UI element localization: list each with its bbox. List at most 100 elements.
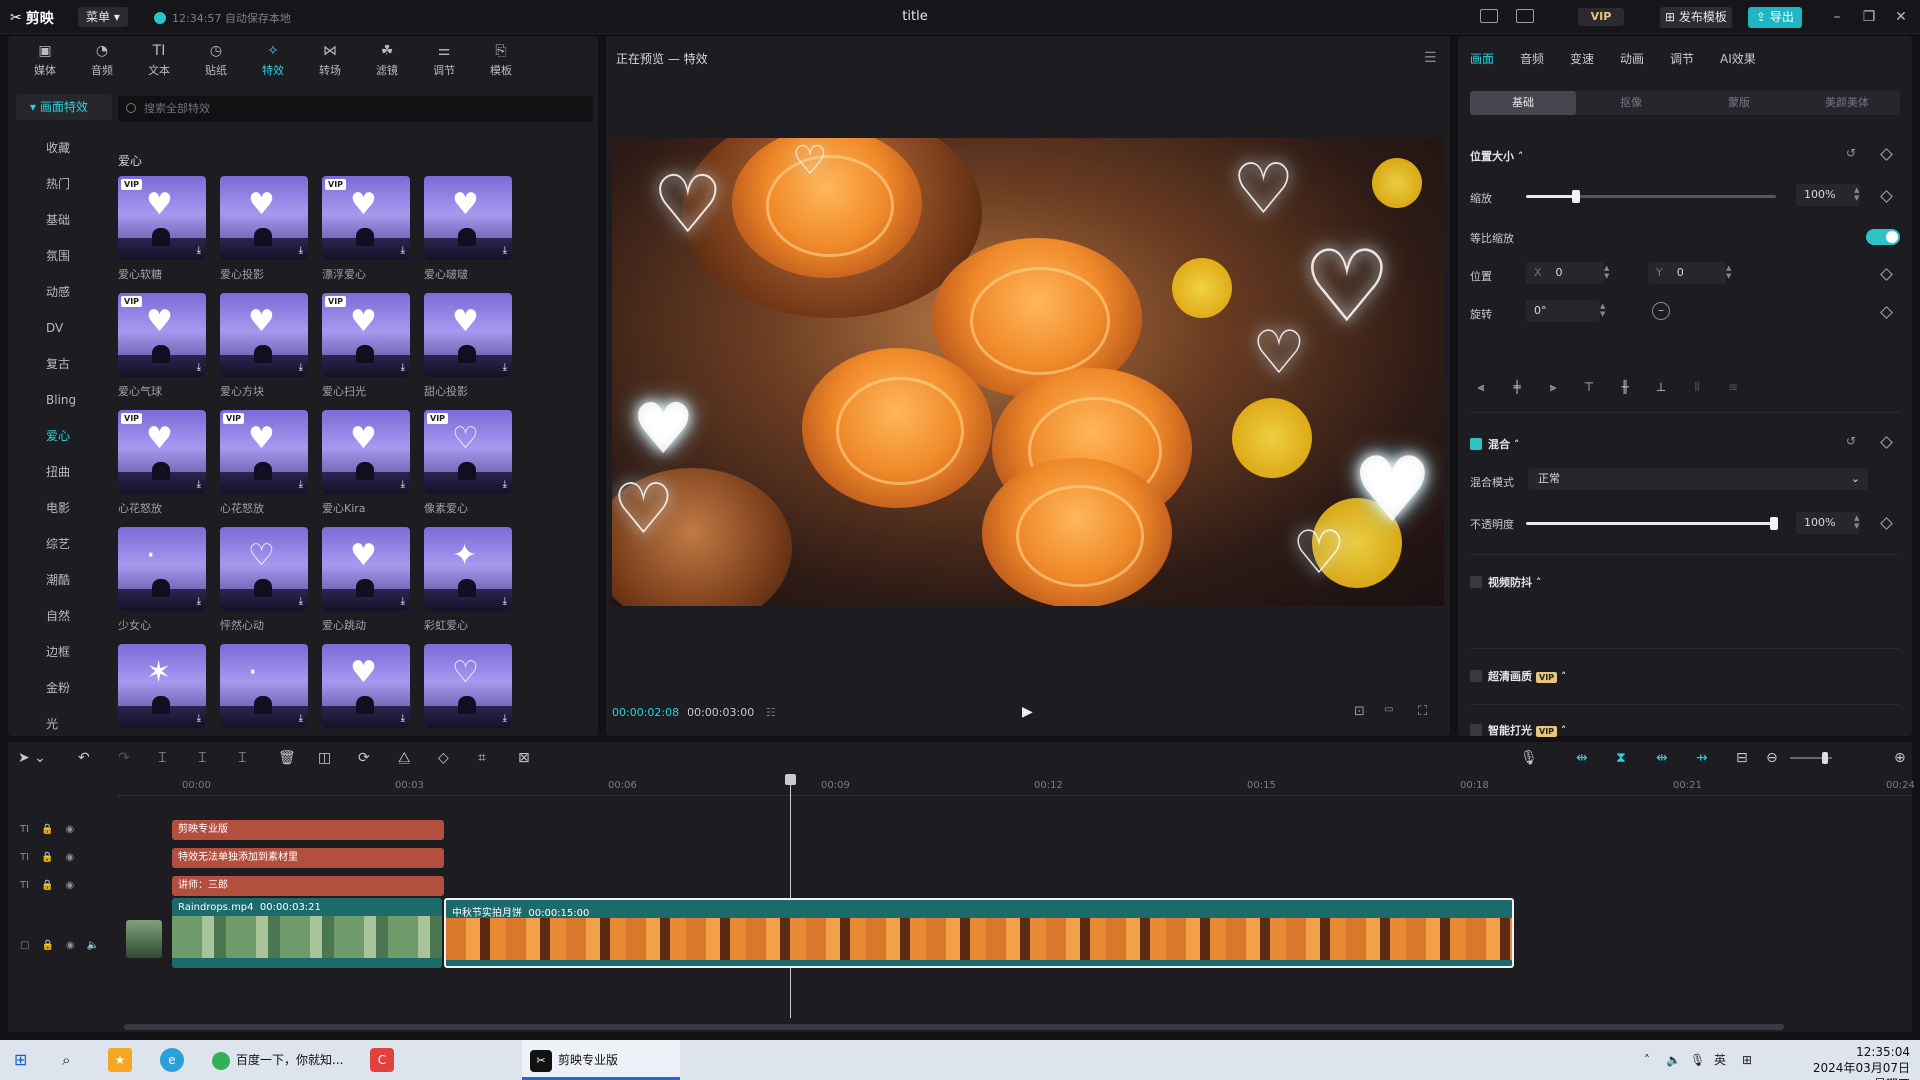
blend-checkbox[interactable] bbox=[1470, 438, 1482, 450]
download-icon[interactable]: ⤓ bbox=[503, 245, 507, 256]
tab-audio[interactable]: 音频 bbox=[1520, 50, 1544, 67]
distribute-v-icon[interactable]: ≡ bbox=[1722, 380, 1744, 398]
effect-thumbnail[interactable]: ♥ VIP ⤓ bbox=[118, 410, 206, 494]
effect-thumbnail[interactable]: · ⤓ bbox=[220, 644, 308, 728]
text-clip[interactable]: 特效无法单独添加到素材里 bbox=[172, 848, 444, 868]
stabilize-checkbox[interactable] bbox=[1470, 576, 1482, 588]
cover-icon[interactable]: ▢ bbox=[20, 940, 29, 951]
menu-icon[interactable]: ☰ bbox=[1424, 50, 1438, 66]
edge-icon[interactable]: e bbox=[160, 1048, 184, 1072]
layout-icon[interactable] bbox=[1516, 9, 1534, 23]
tab-speed[interactable]: 变速 bbox=[1570, 50, 1594, 67]
zoom-out-icon[interactable]: ⊖ bbox=[1766, 750, 1778, 766]
linkage-icon[interactable]: ⇹ bbox=[1656, 750, 1668, 766]
download-icon[interactable]: ⤓ bbox=[197, 245, 201, 256]
effect-thumbnail[interactable]: ♥ ⤓ bbox=[322, 644, 410, 728]
tab-adjust[interactable]: 调节 bbox=[1670, 50, 1694, 67]
scale-input[interactable]: 100% bbox=[1796, 184, 1860, 206]
download-icon[interactable]: ⤓ bbox=[299, 596, 303, 607]
scale-slider-knob[interactable] bbox=[1572, 190, 1580, 203]
video-clip-mooncake[interactable]: 中秋节实拍月饼 00:00:15:00 bbox=[444, 898, 1514, 968]
download-icon[interactable]: ⤓ bbox=[401, 479, 405, 490]
blend-mode-select[interactable]: 正常 ⌄ bbox=[1528, 468, 1868, 490]
eye-icon[interactable]: ◉ bbox=[66, 880, 75, 891]
clock[interactable]: 12:35:042024年03月07日 星期四 bbox=[1800, 1044, 1910, 1080]
download-icon[interactable]: ⤓ bbox=[503, 362, 507, 373]
hd-checkbox[interactable] bbox=[1470, 670, 1482, 682]
download-icon[interactable]: ⤓ bbox=[401, 596, 405, 607]
download-icon[interactable]: ⤓ bbox=[299, 245, 303, 256]
category-item[interactable]: 收藏 bbox=[16, 130, 112, 166]
text-clip[interactable]: 讲师：三郎 bbox=[172, 876, 444, 896]
effect-thumbnail[interactable]: ♥ ⤓ bbox=[424, 176, 512, 260]
align-top-icon[interactable]: ⊤ bbox=[1578, 380, 1600, 398]
category-item[interactable]: Bling bbox=[16, 382, 112, 418]
position-y-input[interactable]: Y0 bbox=[1648, 262, 1726, 284]
stepper-icon[interactable]: ▲ ▼ bbox=[1600, 302, 1608, 318]
time-ruler[interactable]: 00:00 00:03 00:06 00:09 00:12 00:15 00:18 00:21… bbox=[118, 774, 1915, 796]
effect-thumbnail[interactable]: ♡ VIP ⤓ bbox=[424, 410, 512, 494]
effect-thumbnail[interactable]: ✦ ⤓ bbox=[424, 527, 512, 611]
effect-thumbnail[interactable]: ♡ ⤓ bbox=[220, 527, 308, 611]
eye-icon[interactable]: ◉ bbox=[66, 824, 75, 835]
app-icon[interactable]: C bbox=[370, 1048, 394, 1072]
effect-thumbnail[interactable]: ♥ ⤓ bbox=[424, 293, 512, 377]
ratio-icon[interactable]: ▭ bbox=[1384, 704, 1393, 715]
stabilize-section[interactable]: 视频防抖 ˄ bbox=[1488, 574, 1541, 590]
eye-icon[interactable]: ◉ bbox=[66, 940, 75, 951]
category-item[interactable]: 氛围 bbox=[16, 238, 112, 274]
effect-thumbnail[interactable]: ♥ VIP ⤓ bbox=[118, 293, 206, 377]
video-clip-raindrops[interactable]: Raindrops.mp4 00:00:03:21 bbox=[172, 898, 442, 968]
zoom-slider-knob[interactable] bbox=[1822, 752, 1828, 764]
publish-template-button[interactable]: ⊞ 发布模板 bbox=[1660, 7, 1732, 28]
effect-thumbnail[interactable]: ♡ ⤓ bbox=[424, 644, 512, 728]
effect-thumbnail[interactable]: ♥ VIP ⤓ bbox=[220, 410, 308, 494]
reset-icon[interactable]: ↺ bbox=[1846, 146, 1856, 160]
smart-light-checkbox[interactable] bbox=[1470, 724, 1482, 736]
download-icon[interactable]: ⤓ bbox=[197, 596, 201, 607]
align-left-icon[interactable]: ⫷ bbox=[1470, 380, 1492, 398]
effect-thumbnail[interactable]: ✶ ⤓ bbox=[118, 644, 206, 728]
tool-template[interactable]: ⎘ 模板 bbox=[476, 40, 526, 82]
stepper-icon[interactable]: ▲ ▼ bbox=[1604, 264, 1612, 280]
category-screen-effects[interactable]: ▾ 画面特效 bbox=[16, 94, 112, 120]
ime-mode-icon[interactable]: ⊞ bbox=[1742, 1048, 1752, 1072]
position-x-input[interactable]: X0 bbox=[1526, 262, 1604, 284]
auto-snap-icon[interactable]: ⧗ bbox=[1616, 750, 1626, 766]
eye-icon[interactable]: ◉ bbox=[66, 852, 75, 863]
crop-icon[interactable]: ⌗ bbox=[478, 750, 486, 766]
taskbar-capcut[interactable]: ✂ 剪映专业版 bbox=[522, 1040, 680, 1080]
tool-sticker[interactable]: ◷ 贴纸 bbox=[191, 40, 241, 82]
microphone-icon[interactable]: 🎙 bbox=[1520, 750, 1538, 766]
download-icon[interactable]: ⤓ bbox=[401, 713, 405, 724]
tool-media[interactable]: ▣ 媒体 bbox=[20, 40, 70, 82]
volume-icon[interactable]: 🔈 bbox=[1666, 1048, 1681, 1072]
subtab-cutout[interactable]: 抠像 bbox=[1578, 91, 1684, 115]
lock-icon[interactable]: 🔒 bbox=[41, 824, 53, 835]
category-item[interactable]: 扭曲 bbox=[16, 454, 112, 490]
category-item[interactable]: 边框 bbox=[16, 634, 112, 670]
tab-picture[interactable]: 画面 bbox=[1470, 50, 1494, 67]
minimize-icon[interactable]: – bbox=[1828, 8, 1846, 26]
category-item[interactable]: 动感 bbox=[16, 274, 112, 310]
screenshot-icon[interactable]: ⊡ bbox=[1354, 704, 1365, 719]
scale-slider[interactable] bbox=[1526, 190, 1776, 203]
download-icon[interactable]: ⤓ bbox=[197, 362, 201, 373]
microphone-icon[interactable]: 🎙 bbox=[1690, 1048, 1705, 1072]
category-item[interactable]: 热门 bbox=[16, 166, 112, 202]
close-icon[interactable]: ✕ bbox=[1892, 8, 1910, 26]
effect-thumbnail[interactable]: ♥ VIP ⤓ bbox=[322, 293, 410, 377]
tool-effects[interactable]: ✧ 特效 bbox=[248, 40, 298, 82]
undo-icon[interactable]: ↶ bbox=[78, 750, 90, 766]
vip-badge[interactable]: VIP bbox=[1578, 8, 1624, 26]
category-item[interactable]: 光 bbox=[16, 706, 112, 742]
effect-thumbnail[interactable]: ♥ VIP ⤓ bbox=[322, 176, 410, 260]
uniform-scale-toggle[interactable] bbox=[1866, 229, 1900, 245]
playhead[interactable] bbox=[785, 774, 796, 1018]
zoom-in-icon[interactable]: ⊕ bbox=[1894, 750, 1906, 766]
mirror-icon[interactable]: ⧋ bbox=[398, 750, 411, 766]
effect-thumbnail[interactable]: ♥ ⤓ bbox=[322, 527, 410, 611]
text-clip[interactable]: 剪映专业版 bbox=[172, 820, 444, 840]
split-right-icon[interactable]: ⌶ bbox=[238, 750, 246, 766]
keyframe-icon[interactable] bbox=[1880, 190, 1893, 203]
